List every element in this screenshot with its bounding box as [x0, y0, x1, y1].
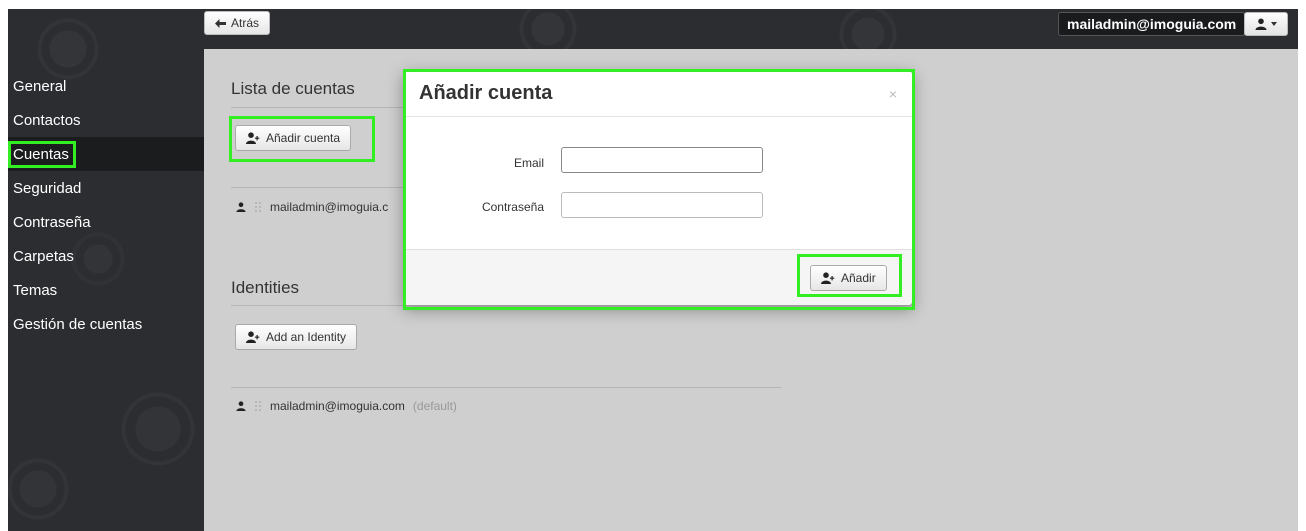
sidebar-item-temas[interactable]: Temas	[8, 273, 204, 307]
chevron-down-icon	[1271, 22, 1277, 26]
sidebar-item-contrasena[interactable]: Contraseña	[8, 205, 204, 239]
list-item[interactable]: mailadmin@imoguia.com (default)	[236, 399, 457, 413]
drag-handle-icon[interactable]	[254, 400, 262, 412]
sidebar-item-general[interactable]: General	[8, 69, 204, 103]
arrow-left-icon	[215, 18, 226, 28]
drag-handle-icon[interactable]	[254, 201, 262, 213]
identity-default-note: (default)	[412, 399, 457, 413]
sidebar-item-label: Carpetas	[13, 247, 74, 265]
add-identity-button[interactable]: Add an Identity	[235, 324, 358, 350]
user-email: mailadmin@imoguia.com	[1067, 16, 1237, 32]
add-button[interactable]: Añadir	[810, 265, 887, 291]
sidebar-item-label: Temas	[13, 281, 58, 299]
user-icon	[1255, 18, 1267, 30]
email-label: Email	[513, 156, 544, 170]
close-icon[interactable]: ×	[889, 86, 897, 102]
modal-header: Añadir cuenta ×	[404, 71, 912, 117]
modal-title: Añadir cuenta	[419, 82, 553, 104]
back-label: Atrás	[231, 16, 260, 30]
account-email: mailadmin@imoguia.c	[270, 200, 389, 214]
add-account-label: Añadir cuenta	[266, 131, 341, 145]
sidebar-item-label: Contraseña	[13, 213, 91, 231]
password-field[interactable]	[561, 192, 763, 218]
add-user-icon	[246, 331, 260, 343]
list-item[interactable]: mailadmin@imoguia.c	[236, 200, 388, 214]
sidebar-item-label: Gestión de cuentas	[13, 315, 143, 333]
user-icon	[236, 401, 246, 411]
identity-email: mailadmin@imoguia.com	[270, 399, 405, 413]
add-account-button[interactable]: Añadir cuenta	[235, 125, 352, 151]
sidebar-item-seguridad[interactable]: Seguridad	[8, 171, 204, 205]
accounts-divider	[231, 107, 431, 108]
sidebar-item-label: Seguridad	[13, 179, 82, 197]
sidebar-item-label: Contactos	[13, 111, 81, 129]
user-email-badge: mailadmin@imoguia.com	[1058, 12, 1246, 36]
add-button-label: Añadir	[841, 271, 876, 285]
accounts-section-title: Lista de cuentas	[231, 79, 355, 98]
sidebar-item-carpetas[interactable]: Carpetas	[8, 239, 204, 273]
email-field[interactable]	[561, 147, 763, 173]
sidebar-item-cuentas[interactable]: Cuentas	[8, 137, 204, 171]
modal-footer: Añadir	[404, 249, 912, 305]
password-label: Contraseña	[481, 200, 544, 214]
add-user-icon	[246, 132, 260, 144]
user-menu-button[interactable]	[1244, 12, 1288, 36]
identities-list-divider	[231, 387, 781, 388]
back-button[interactable]: Atrás	[204, 11, 271, 35]
add-account-modal: Añadir cuenta × Email Contraseña Añadir	[403, 70, 913, 306]
add-identity-label: Add an Identity	[266, 330, 347, 344]
settings-sidebar: General Contactos Cuentas Seguridad Cont…	[8, 69, 204, 341]
user-icon	[236, 202, 246, 212]
accounts-list-divider	[231, 187, 431, 188]
sidebar-item-gestion-de-cuentas[interactable]: Gestión de cuentas	[8, 307, 204, 341]
sidebar-item-label: General	[13, 77, 67, 95]
sidebar-item-contactos[interactable]: Contactos	[8, 103, 204, 137]
identities-section-title: Identities	[231, 278, 300, 297]
add-user-icon	[821, 272, 835, 284]
sidebar-item-label: Cuentas	[8, 140, 76, 168]
